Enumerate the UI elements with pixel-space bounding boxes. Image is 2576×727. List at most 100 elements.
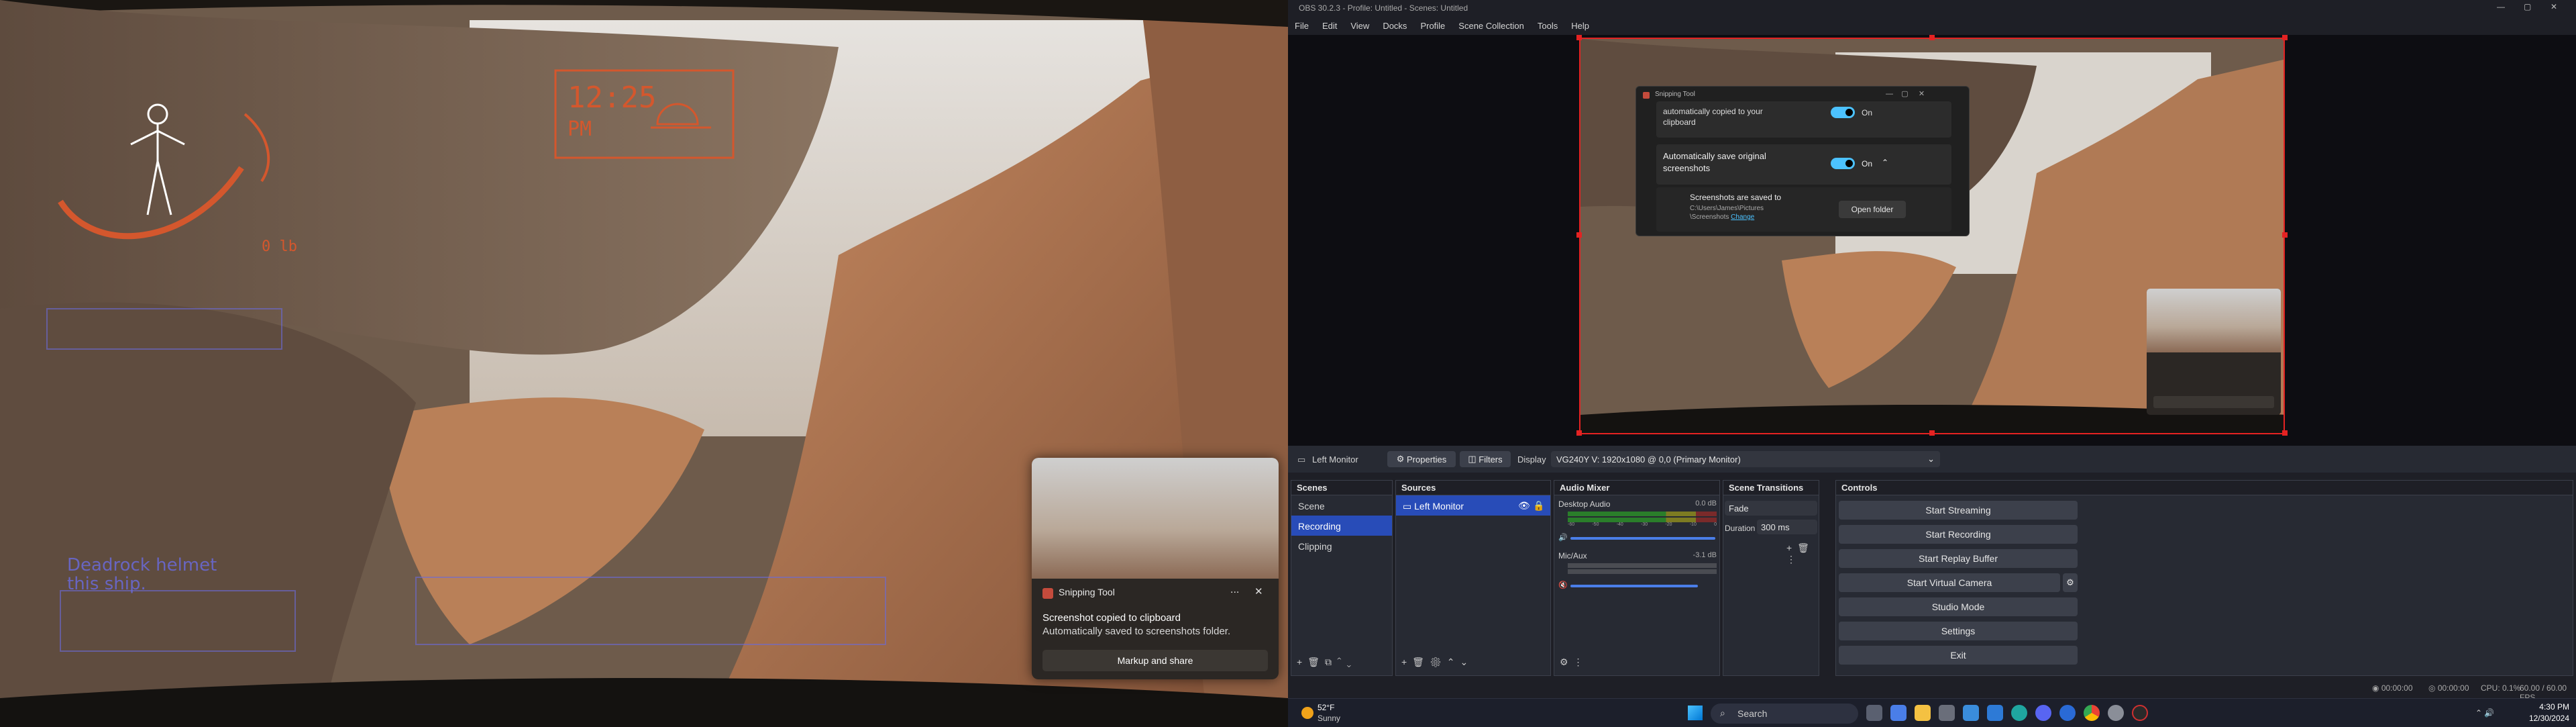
virtual-camera-settings-gear-icon[interactable]: ⚙ [2063,573,2078,592]
resize-handle-right[interactable] [2282,232,2288,238]
audio-mixer-toolbar[interactable]: ⚙⋮ [1560,657,1589,668]
lock-icon[interactable]: 🔒 [1533,500,1544,512]
resize-handle-left[interactable] [1576,232,1582,238]
studio-mode-button[interactable]: Studio Mode [1839,597,2078,616]
resize-handle-tl[interactable] [1576,35,1582,40]
discord-icon[interactable] [2035,705,2051,721]
eye-icon[interactable]: 👁 [1518,500,1530,512]
game-weight: 0 lb [262,238,297,255]
clock-time[interactable]: 4:30 PM [2522,702,2569,712]
chrome-icon[interactable] [2084,705,2100,721]
tray-icons[interactable]: ⌃ 🔊 [2475,708,2494,718]
row2-toggle[interactable] [1831,158,1855,169]
properties-label: Properties [1407,454,1447,465]
desktop-audio-db: 0.0 dB [1695,499,1717,507]
row2-collapse-icon[interactable]: ⌃ [1882,158,1888,167]
app-icon[interactable] [2059,705,2076,721]
preview-canvas[interactable]: Snipping Tool — ▢ ✕ automatically copied… [1579,38,2285,434]
store-icon[interactable] [1987,705,2003,721]
filter-icon: ◫ [1468,454,1479,464]
steam-icon[interactable] [2108,705,2124,721]
preview-area[interactable]: Snipping Tool — ▢ ✕ automatically copied… [1288,35,2576,446]
start-virtual-camera-button[interactable]: Start Virtual Camera [1839,573,2060,592]
source-item-selected[interactable]: ▭ Left Monitor 👁 🔒 [1396,495,1550,516]
resize-handle-bl[interactable] [1576,430,1582,436]
clock-date[interactable]: 12/30/2024 [2522,714,2569,723]
menu-docks[interactable]: Docks [1376,16,1413,35]
mic-aux-db: -3.1 dB [1693,551,1717,559]
resize-handle-br[interactable] [2282,430,2288,436]
mic-muted-icon[interactable]: 🔇 [1558,581,1568,589]
selected-source-name: Left Monitor [1312,454,1358,465]
taskbar-search[interactable]: ⌕ Search [1711,704,1858,724]
stream-time-text: 00:00:00 [2437,683,2469,693]
menu-profile[interactable]: Profile [1413,16,1452,35]
menu-scene-collection[interactable]: Scene Collection [1452,16,1531,35]
rec-time: ◉ 00:00:00 [2372,683,2413,693]
properties-button[interactable]: ⚙ Properties [1387,451,1456,467]
start-streaming-button[interactable]: Start Streaming [1839,501,2078,520]
transition-select[interactable]: Fade [1725,501,1817,516]
file-explorer-icon[interactable] [1915,705,1931,721]
rec-time-text: 00:00:00 [2381,683,2413,693]
screenshot-thumbnail[interactable] [1032,458,1279,579]
maximize-button[interactable]: ▢ [2524,2,2531,11]
display-select[interactable]: VG240Y V: 1920x1080 @ 0,0 (Primary Monit… [1551,451,1940,467]
game-monitor: 12:25 PM 0 lb Deadrock helmet this ship.… [0,0,1288,727]
preview-snip-settings: Snipping Tool — ▢ ✕ automatically copied… [1635,86,1970,236]
menu-file[interactable]: File [1288,16,1316,35]
game-clock-period: PM [568,117,592,141]
speaker-icon[interactable]: 🔊 [1558,533,1568,542]
exit-button[interactable]: Exit [1839,646,2078,665]
mic-aux-volume-slider[interactable] [1570,585,1698,587]
minimize-button[interactable]: — [2497,2,2505,11]
task-view-icon[interactable] [1866,705,1882,721]
resize-handle-top[interactable] [1929,35,1935,40]
obs-icon[interactable] [2132,705,2148,721]
weather-condition[interactable]: Sunny [1318,714,1340,723]
change-link[interactable]: Change [1731,213,1754,221]
cpu-usage: CPU: 0.1% [2481,683,2521,693]
edge-icon[interactable] [2011,705,2027,721]
app-icon[interactable] [1963,705,1979,721]
transitions-title: Scene Transitions [1723,481,1819,495]
transitions-toolbar[interactable]: +🗑⋮ [1786,542,1819,565]
mic-aux-meter-r [1568,569,1717,574]
mic-aux-meter [1568,563,1717,568]
snip-setting-row2: Automatically save original screenshots … [1656,144,1951,185]
desktop-audio-volume-slider[interactable] [1570,537,1715,540]
duration-input[interactable]: 300 ms [1757,520,1817,534]
resize-handle-bottom[interactable] [1929,430,1935,436]
transitions-title-text: Scene Transitions [1729,483,1804,493]
menu-help[interactable]: Help [1564,16,1596,35]
controls-title-text: Controls [1841,483,1878,493]
scenes-toolbar[interactable]: +🗑⧉⌃⌄ [1297,657,1356,668]
close-button[interactable]: ✕ [2551,2,2557,11]
scene-item[interactable]: Scene [1291,495,1392,516]
filters-button[interactable]: ◫ Filters [1460,451,1511,467]
toast-line1: Screenshot copied to clipboard [1042,612,1181,624]
start-recording-button[interactable]: Start Recording [1839,525,2078,544]
scene-item[interactable]: Clipping [1291,536,1392,556]
start-replay-buffer-button[interactable]: Start Replay Buffer [1839,549,2078,568]
gear-icon: ⚙ [1396,454,1407,464]
game-clock: 12:25 [568,81,657,115]
markup-and-share-button[interactable]: Markup and share [1042,650,1268,671]
weather-temp[interactable]: 52°F [1318,703,1334,712]
display-label: Display [1517,454,1546,465]
sources-toolbar[interactable]: +🗑⚙⌃⌄ [1401,657,1473,668]
open-folder-button[interactable]: Open folder [1839,201,1906,218]
snipping-app-icon[interactable] [1939,705,1955,721]
windows-start-icon[interactable] [1688,706,1703,720]
settings-app-icon[interactable] [1890,705,1907,721]
menu-bar: File Edit View Docks Profile Scene Colle… [1288,16,2576,35]
resize-handle-tr[interactable] [2282,35,2288,40]
settings-button[interactable]: Settings [1839,622,2078,640]
toast-close-button[interactable]: ✕ [1254,585,1263,597]
row1-toggle[interactable] [1831,107,1855,118]
menu-tools[interactable]: Tools [1531,16,1564,35]
menu-edit[interactable]: Edit [1316,16,1344,35]
toast-more-button[interactable]: ... [1230,584,1239,596]
scene-item-selected[interactable]: Recording [1291,516,1392,536]
menu-view[interactable]: View [1344,16,1376,35]
